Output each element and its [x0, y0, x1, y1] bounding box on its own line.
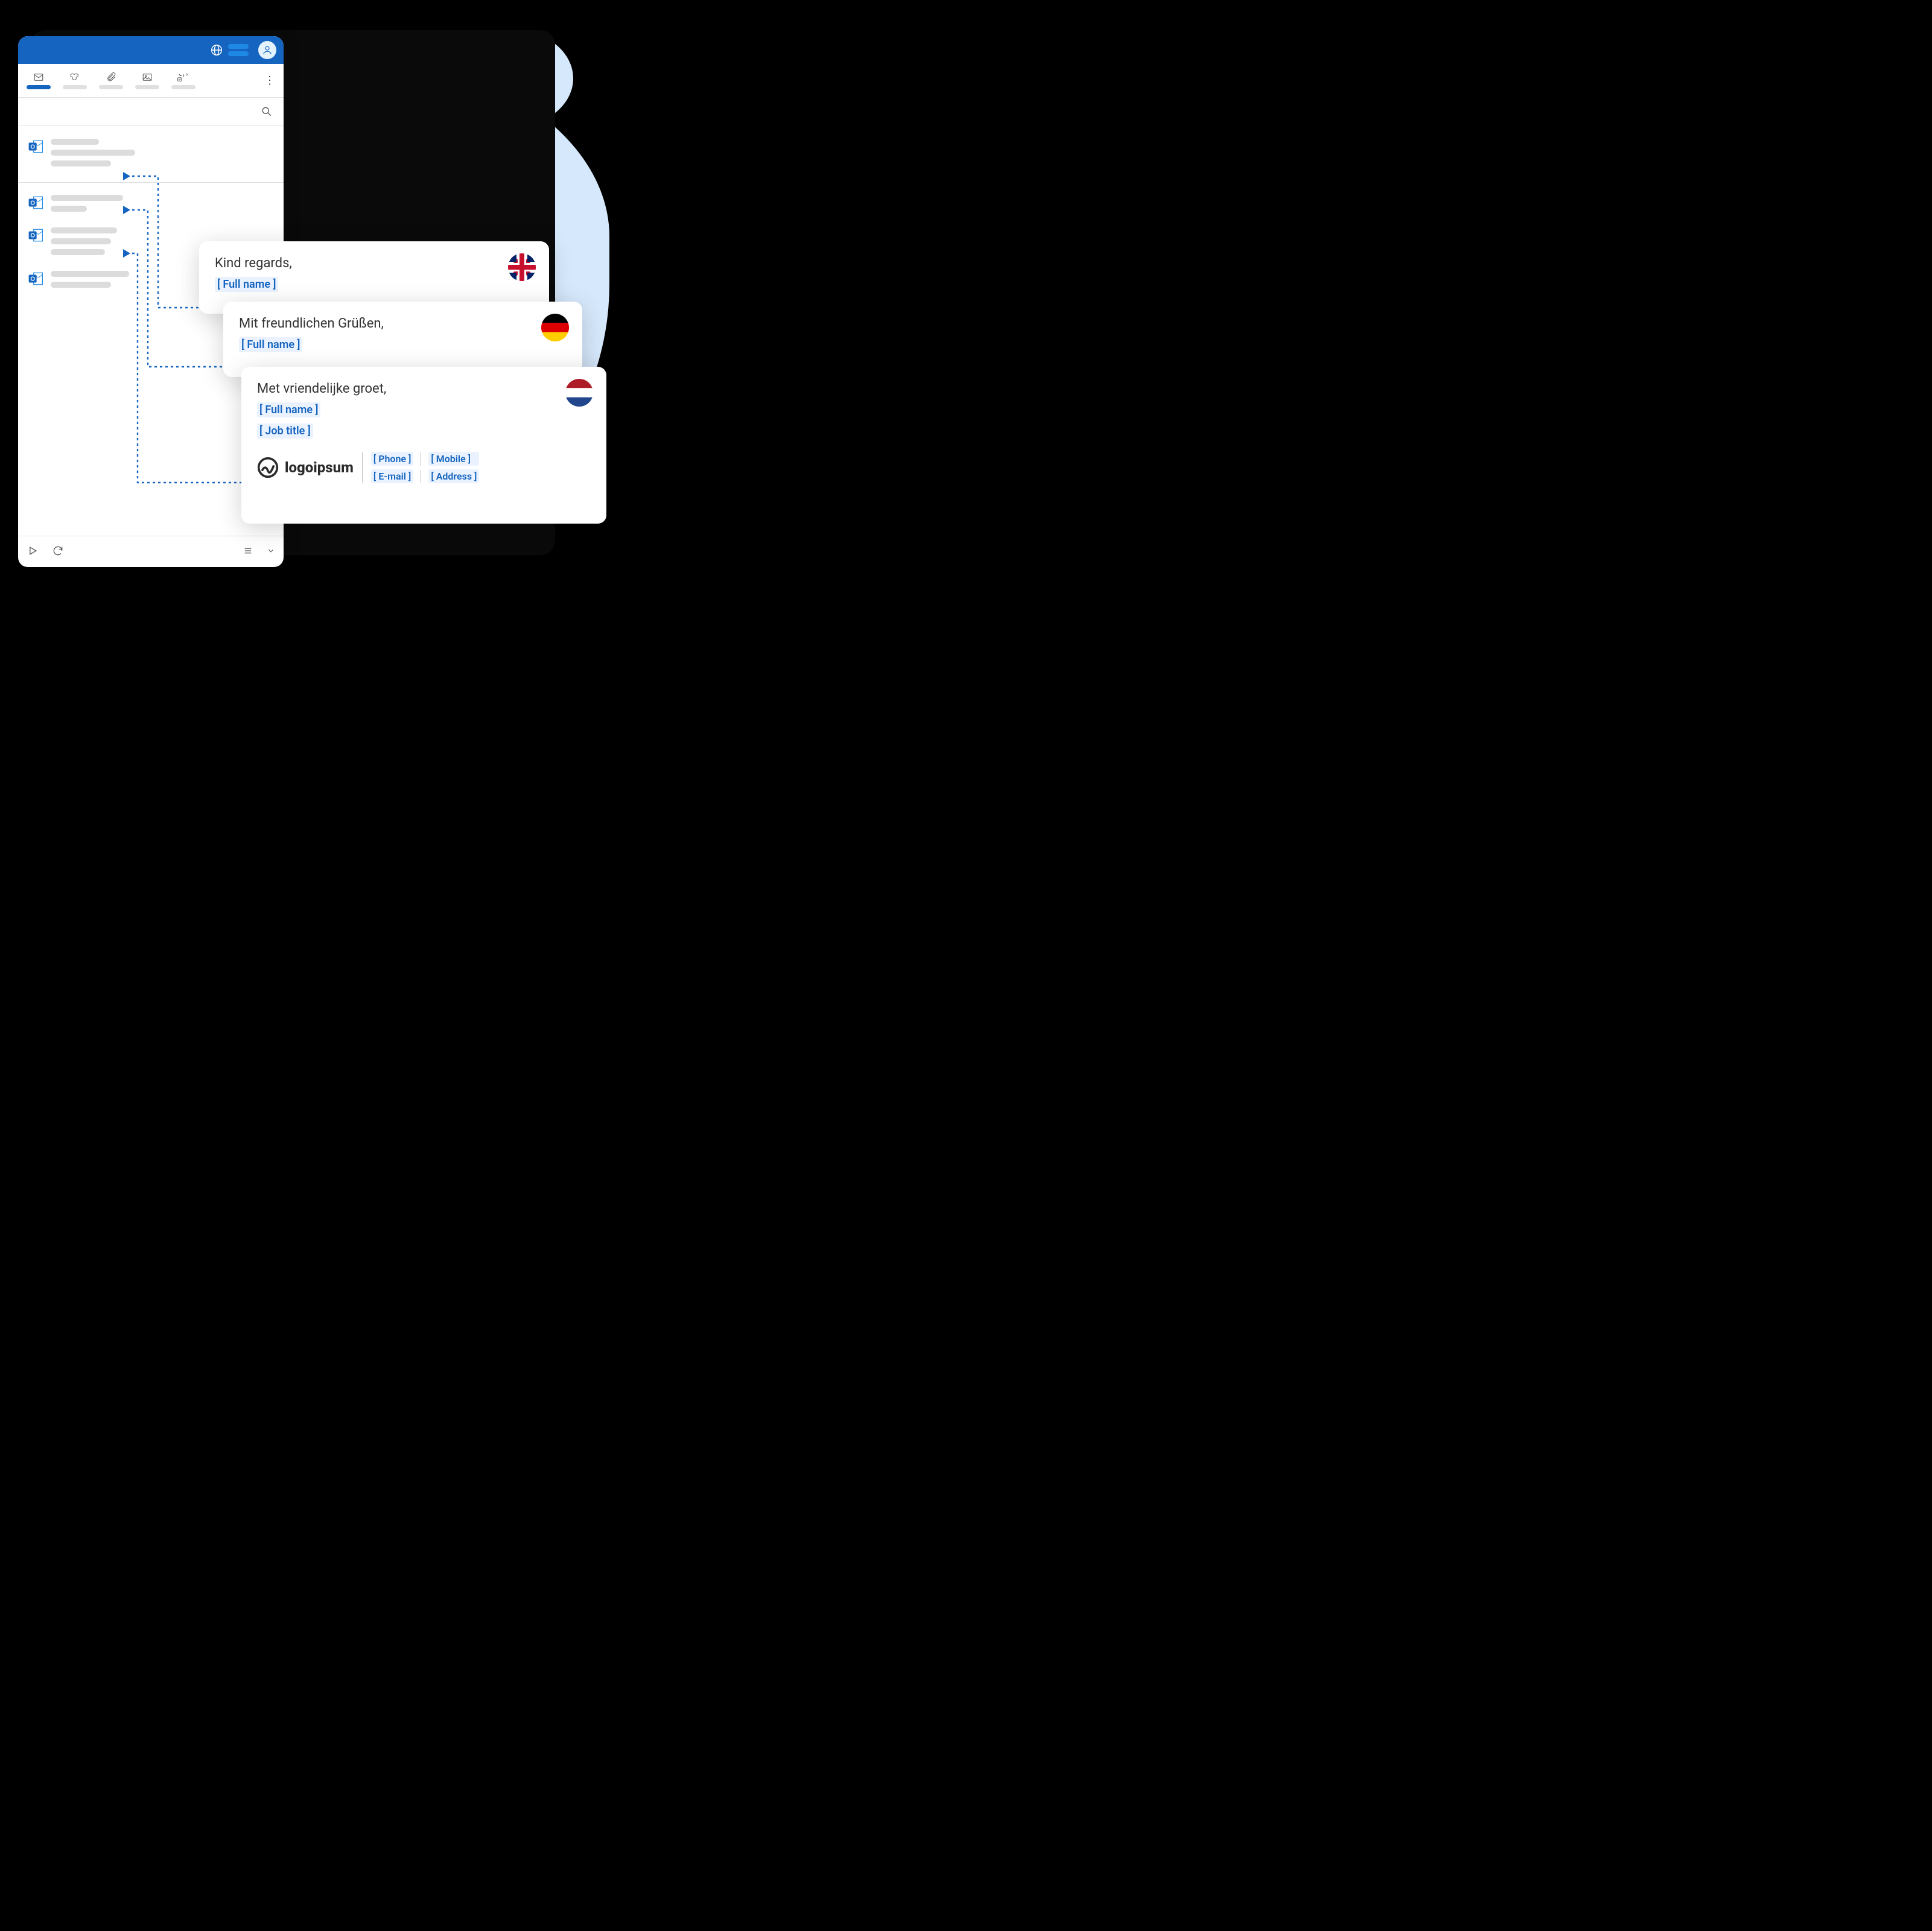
media-icon	[177, 72, 190, 83]
signature-details: logoipsum [ Phone ] [ Mobile ] [ E-mail …	[257, 452, 591, 483]
svg-text:O: O	[30, 276, 35, 282]
email-token[interactable]: [ E-mail ]	[371, 469, 414, 483]
signature-card-de: Mit freundlichen Grüßen, [ Full name ]	[223, 302, 582, 377]
closing-text: Kind regards,	[215, 256, 533, 271]
item-placeholder	[51, 271, 129, 288]
search-icon[interactable]	[261, 106, 273, 118]
signature-card-nl: Met vriendelijke groet, [ Full name ] [ …	[241, 367, 606, 524]
item-placeholder	[51, 227, 117, 255]
outlook-icon: O	[28, 195, 43, 211]
toolbar: ⋮	[18, 64, 284, 98]
image-icon	[141, 72, 154, 83]
outlook-icon: O	[28, 139, 43, 154]
logo-text: logoipsum	[285, 459, 354, 476]
titlebar-menu-button[interactable]	[228, 44, 249, 56]
mobile-token[interactable]: [ Mobile ]	[428, 452, 479, 466]
app-titlebar	[18, 36, 284, 64]
globe-icon[interactable]	[210, 43, 223, 57]
mail-icon	[32, 72, 45, 83]
closing-text: Mit freundlichen Grüßen,	[239, 316, 567, 331]
more-menu-button[interactable]: ⋮	[264, 74, 275, 87]
lines-icon[interactable]	[243, 545, 253, 559]
toolbar-item-gallery[interactable]	[135, 72, 159, 89]
svg-text:O: O	[30, 200, 35, 206]
flag-uk-icon	[508, 253, 536, 281]
flag-nl-icon	[565, 379, 593, 407]
fullname-token[interactable]: [ Full name ]	[215, 277, 278, 292]
jobtitle-token[interactable]: [ Job title ]	[257, 423, 313, 439]
list-item[interactable]: O	[28, 139, 274, 166]
avatar-button[interactable]	[258, 41, 276, 59]
address-token[interactable]: [ Address ]	[428, 469, 479, 483]
item-placeholder	[51, 139, 135, 166]
closing-text: Met vriendelijke groet,	[257, 381, 591, 396]
bottom-bar	[18, 536, 284, 567]
svg-text:O: O	[30, 232, 35, 239]
logo: logoipsum	[257, 457, 354, 478]
outlook-icon: O	[28, 271, 43, 287]
outlook-icon: O	[28, 227, 43, 243]
search-bar	[18, 98, 284, 125]
phone-token[interactable]: [ Phone ]	[371, 452, 414, 466]
play-icon[interactable]	[27, 545, 39, 559]
svg-text:O: O	[30, 144, 35, 150]
item-placeholder	[51, 195, 123, 212]
toolbar-item-mail[interactable]	[27, 72, 51, 89]
toolbar-item-modules[interactable]	[63, 72, 87, 89]
cube-icon	[68, 72, 81, 83]
paperclip-icon	[104, 72, 118, 83]
refresh-icon[interactable]	[52, 545, 64, 559]
list-item[interactable]: O	[28, 195, 274, 212]
fullname-token[interactable]: [ Full name ]	[257, 402, 320, 417]
toolbar-item-attach[interactable]	[99, 72, 123, 89]
toolbar-item-media[interactable]	[171, 72, 195, 89]
flag-de-icon	[541, 314, 569, 341]
chevron-down-icon[interactable]	[267, 546, 275, 557]
fullname-token[interactable]: [ Full name ]	[239, 337, 302, 352]
